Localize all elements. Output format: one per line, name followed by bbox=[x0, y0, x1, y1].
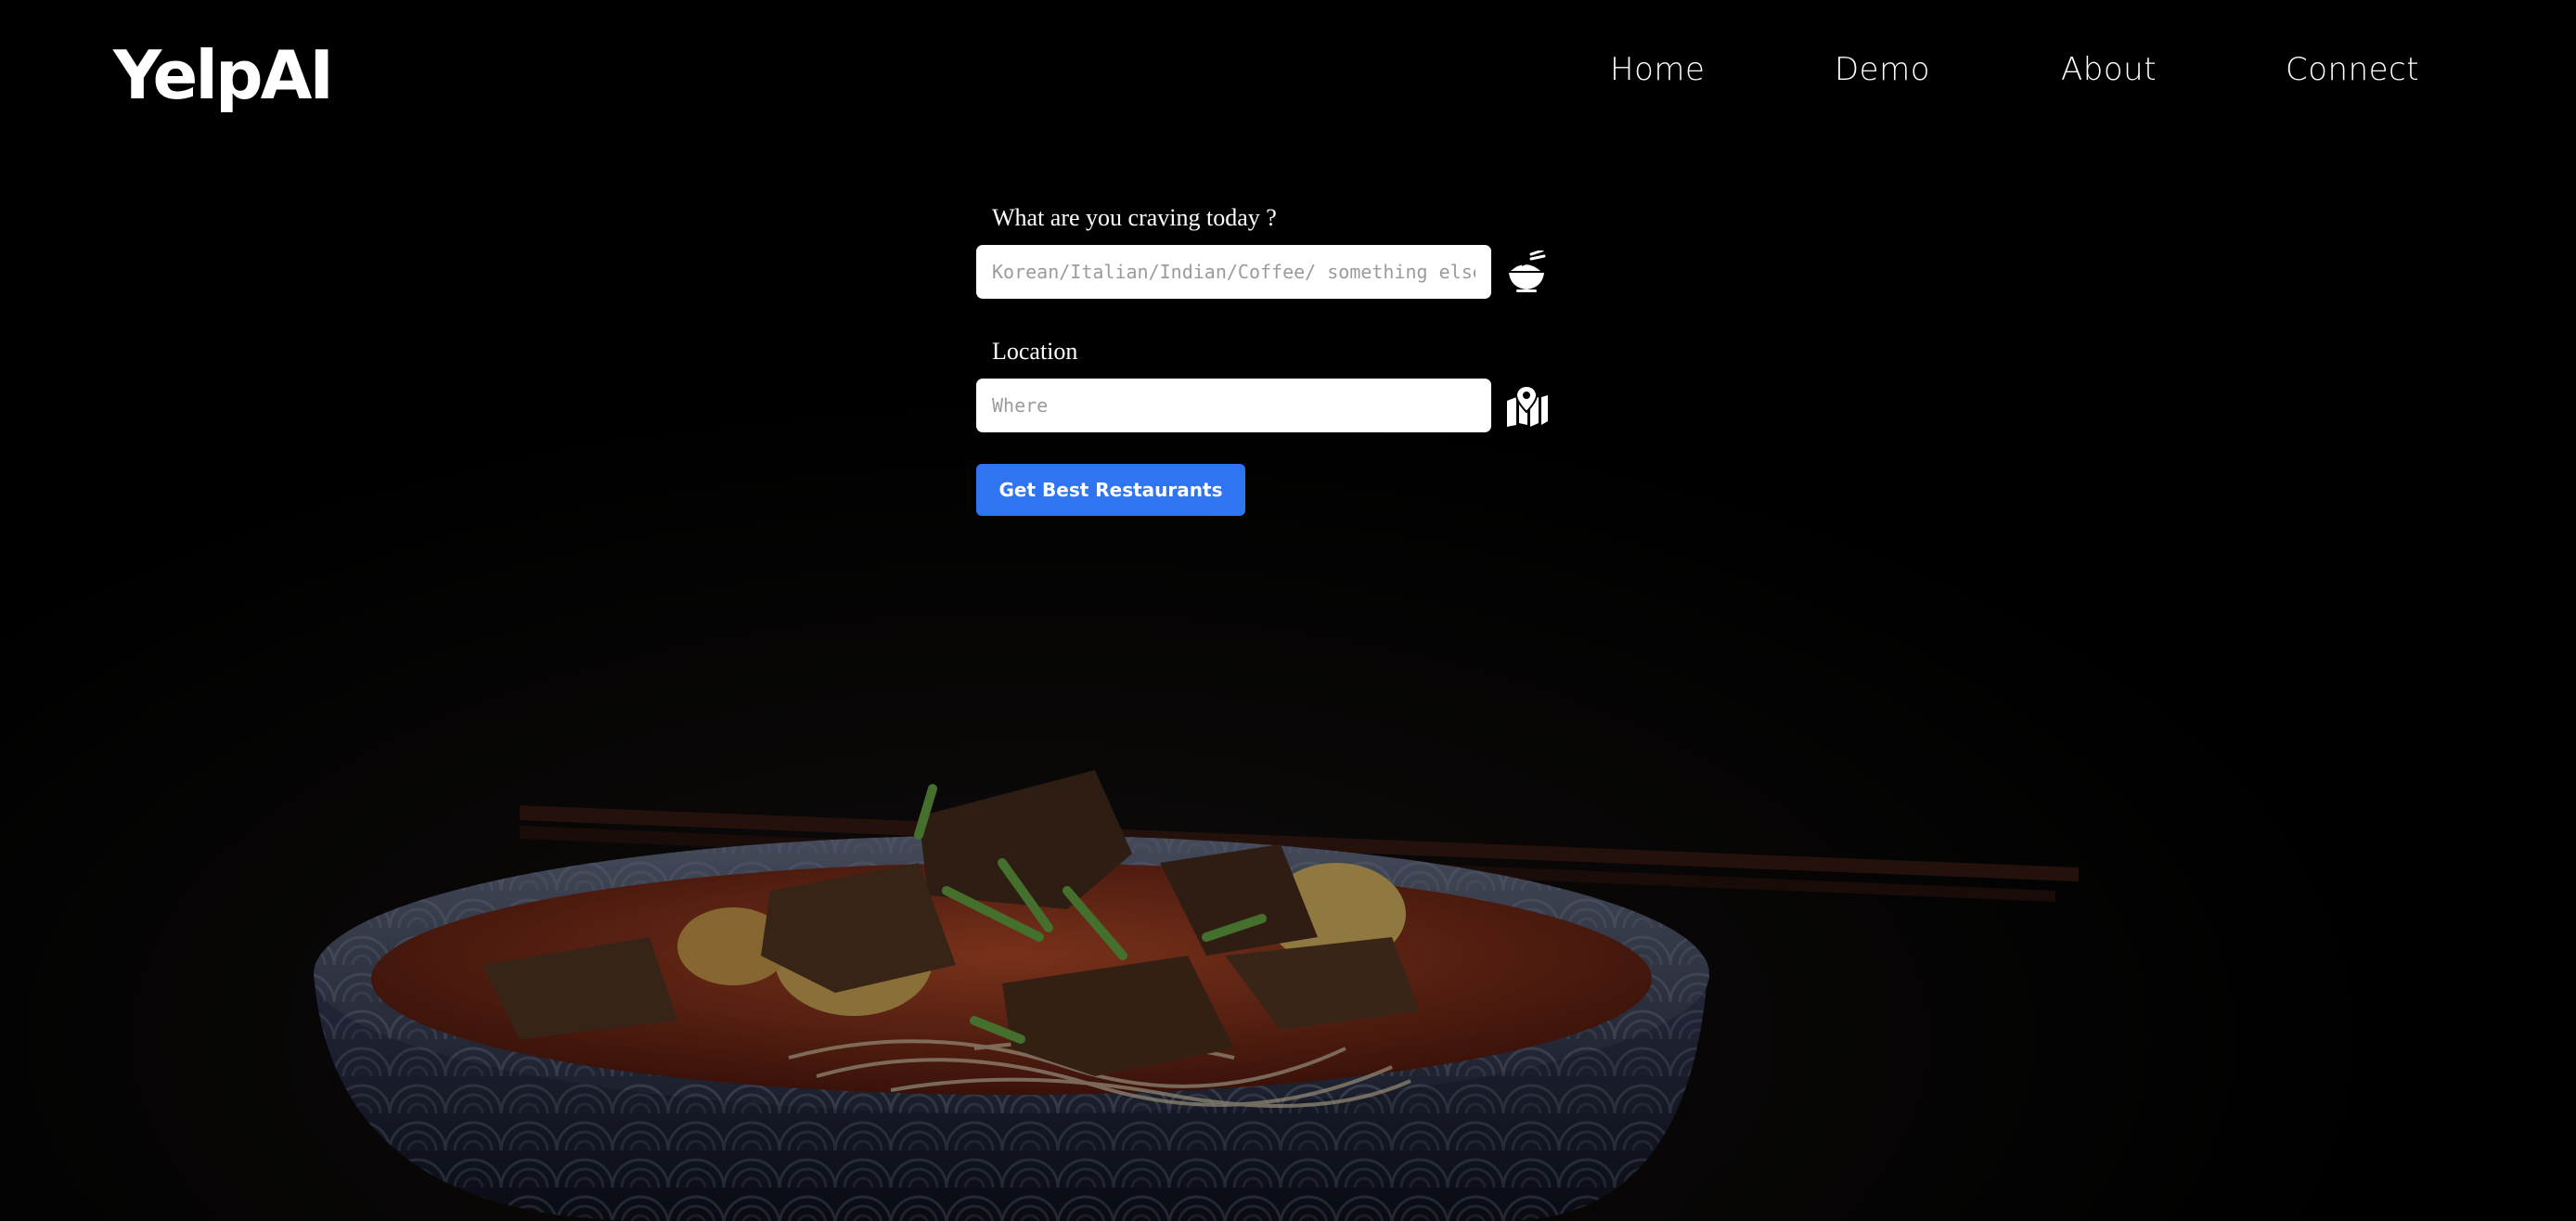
nav-link-about[interactable]: About bbox=[2061, 46, 2157, 93]
nav-link-home[interactable]: Home bbox=[1610, 46, 1705, 93]
location-input[interactable] bbox=[976, 379, 1491, 432]
get-best-restaurants-button[interactable]: Get Best Restaurants bbox=[976, 464, 1245, 516]
craving-input[interactable] bbox=[976, 245, 1491, 299]
craving-row bbox=[976, 245, 1552, 299]
nav-link-demo[interactable]: Demo bbox=[1835, 46, 1930, 93]
location-label: Location bbox=[992, 338, 1078, 365]
main-nav: Home Demo About Connect bbox=[0, 46, 2576, 93]
nav-link-connect[interactable]: Connect bbox=[2286, 46, 2419, 93]
top-navbar: YelpAI Home Demo About Connect bbox=[0, 0, 2576, 139]
map-marker-icon bbox=[1507, 384, 1548, 427]
location-row bbox=[976, 379, 1552, 432]
craving-label: What are you craving today ? bbox=[992, 204, 1277, 231]
restaurant-search-form: What are you craving today ? Location bbox=[976, 204, 1552, 516]
food-bowl-icon bbox=[1509, 251, 1546, 292]
background-food-image bbox=[0, 0, 2576, 1221]
